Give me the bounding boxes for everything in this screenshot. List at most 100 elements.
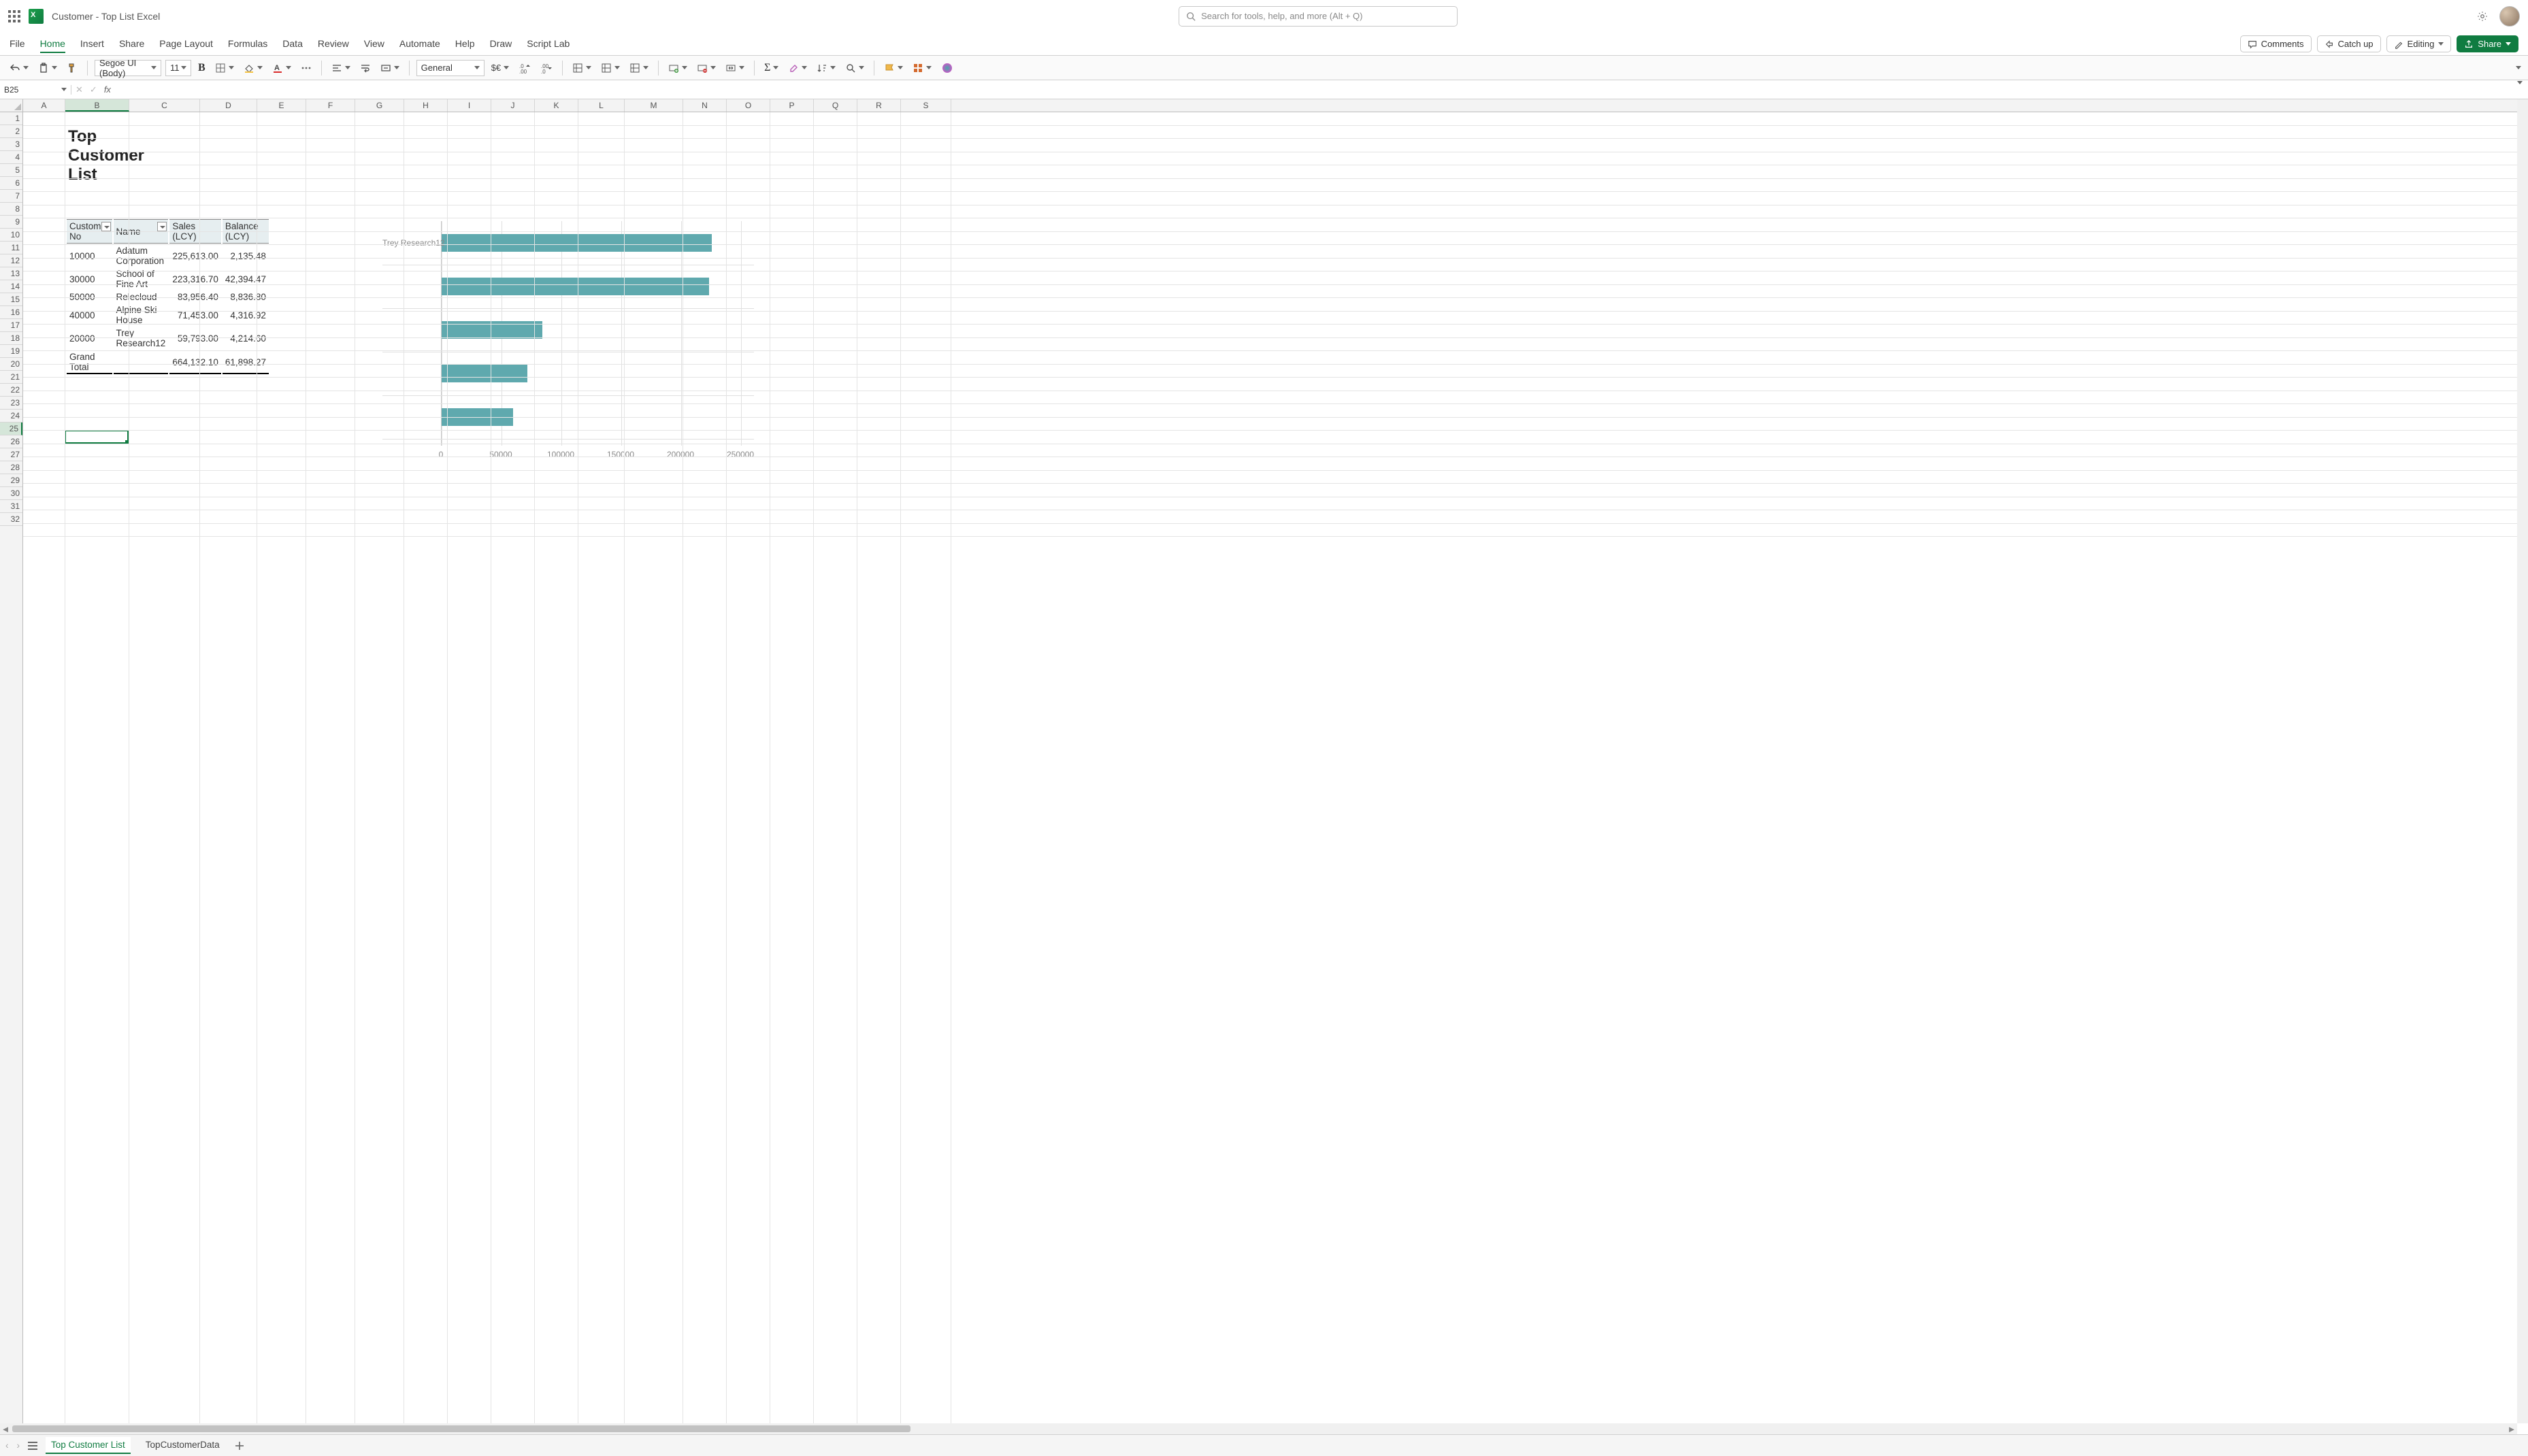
col-header[interactable]: G: [355, 99, 404, 112]
sheet-next-icon[interactable]: ›: [17, 1440, 20, 1451]
scroll-right-icon[interactable]: ►: [2506, 1423, 2517, 1434]
comments-button[interactable]: Comments: [2240, 35, 2312, 52]
row-header[interactable]: 31: [0, 500, 22, 513]
row-header[interactable]: 1: [0, 112, 22, 125]
row-header[interactable]: 27: [0, 448, 22, 461]
row-header[interactable]: 16: [0, 306, 22, 319]
row-header[interactable]: 9: [0, 216, 22, 229]
borders-button[interactable]: [212, 61, 237, 75]
row-header[interactable]: 26: [0, 435, 22, 448]
ribbon-tab-help[interactable]: Help: [455, 35, 475, 53]
row-header[interactable]: 12: [0, 254, 22, 267]
table-row[interactable]: 40000Alpine Ski House71,453.004,316.92: [67, 304, 269, 326]
font-name-select[interactable]: Segoe UI (Body): [95, 60, 161, 76]
copilot-button[interactable]: [938, 61, 956, 76]
user-avatar[interactable]: [2499, 6, 2520, 27]
ribbon-tab-home[interactable]: Home: [40, 35, 65, 53]
row-headers[interactable]: 1234567891011121314151617181920212223242…: [0, 112, 23, 1423]
ribbon-tab-script-lab[interactable]: Script Lab: [527, 35, 570, 53]
cancel-formula-icon[interactable]: ✕: [76, 84, 83, 95]
ribbon-tab-formulas[interactable]: Formulas: [228, 35, 267, 53]
catch-up-button[interactable]: Catch up: [2317, 35, 2381, 52]
accounting-format-button[interactable]: $€: [489, 61, 512, 74]
app-launcher-icon[interactable]: [8, 10, 20, 22]
scroll-left-icon[interactable]: ◄: [0, 1423, 11, 1434]
decrease-decimal-button[interactable]: .00.0: [538, 61, 555, 76]
ribbon-tab-automate[interactable]: Automate: [399, 35, 440, 53]
paste-button[interactable]: [35, 61, 60, 75]
vertical-scrollbar[interactable]: [2517, 99, 2528, 1423]
col-header[interactable]: J: [491, 99, 535, 112]
bold-button[interactable]: B: [195, 61, 208, 76]
formula-bar-expand-icon[interactable]: [2512, 84, 2528, 95]
col-header[interactable]: P: [770, 99, 814, 112]
row-header[interactable]: 6: [0, 177, 22, 190]
table-row[interactable]: 20000Trey Research1259,793.004,214.60: [67, 327, 269, 349]
row-header[interactable]: 17: [0, 319, 22, 332]
sort-filter-button[interactable]: [814, 61, 838, 75]
col-header[interactable]: A: [23, 99, 65, 112]
col-header[interactable]: L: [578, 99, 625, 112]
format-painter-button[interactable]: [64, 61, 80, 75]
autosum-button[interactable]: Σ: [761, 61, 781, 76]
row-header[interactable]: 22: [0, 384, 22, 397]
chart-bar[interactable]: [442, 234, 712, 252]
col-header[interactable]: S: [901, 99, 951, 112]
find-select-button[interactable]: [842, 61, 867, 75]
cells-area[interactable]: Top Customer List CRONUS USA, Inc. Data …: [23, 112, 2517, 1423]
row-header[interactable]: 20: [0, 358, 22, 371]
col-header[interactable]: E: [257, 99, 306, 112]
undo-button[interactable]: [7, 61, 31, 75]
col-header[interactable]: D: [200, 99, 257, 112]
share-button[interactable]: Share: [2457, 35, 2518, 52]
row-header[interactable]: 28: [0, 461, 22, 474]
insert-rows-button[interactable]: [666, 61, 690, 75]
font-color-button[interactable]: A: [269, 61, 294, 75]
filter-dropdown-icon[interactable]: [157, 222, 167, 231]
editing-mode-button[interactable]: Editing: [2386, 35, 2452, 52]
spreadsheet-grid[interactable]: ABCDEFGHIJKLMNOPQRS 12345678910111213141…: [0, 99, 2528, 1434]
ribbon-tab-insert[interactable]: Insert: [80, 35, 104, 53]
ribbon-tab-draw[interactable]: Draw: [490, 35, 512, 53]
row-header[interactable]: 30: [0, 487, 22, 500]
row-header[interactable]: 14: [0, 280, 22, 293]
sheet-tab[interactable]: TopCustomerData: [140, 1437, 225, 1454]
number-format-select[interactable]: General: [416, 60, 485, 76]
col-header[interactable]: O: [727, 99, 770, 112]
horizontal-align-button[interactable]: [329, 61, 353, 75]
row-header[interactable]: 25: [0, 423, 22, 435]
col-header[interactable]: F: [306, 99, 355, 112]
row-header[interactable]: 7: [0, 190, 22, 203]
add-sheet-button[interactable]: [233, 1440, 246, 1452]
row-header[interactable]: 3: [0, 138, 22, 151]
col-header[interactable]: M: [625, 99, 683, 112]
fx-icon[interactable]: fx: [104, 84, 111, 95]
row-header[interactable]: 32: [0, 513, 22, 526]
add-ins-button[interactable]: [910, 61, 934, 75]
search-input[interactable]: Search for tools, help, and more (Alt + …: [1179, 6, 1458, 27]
row-header[interactable]: 19: [0, 345, 22, 358]
row-header[interactable]: 18: [0, 332, 22, 345]
clear-button[interactable]: [785, 61, 810, 75]
delete-cells-button[interactable]: [598, 61, 623, 75]
all-sheets-icon[interactable]: [28, 1442, 37, 1450]
col-header[interactable]: H: [404, 99, 448, 112]
merge-button[interactable]: [378, 61, 402, 75]
ribbon-expand-button[interactable]: [2512, 65, 2524, 71]
font-size-select[interactable]: 11: [165, 60, 191, 76]
filter-dropdown-icon[interactable]: [101, 222, 111, 231]
select-all-corner[interactable]: [0, 99, 23, 112]
ribbon-tab-file[interactable]: File: [10, 35, 25, 53]
fill-color-button[interactable]: [241, 61, 265, 75]
row-header[interactable]: 21: [0, 371, 22, 384]
row-header[interactable]: 24: [0, 410, 22, 423]
row-header[interactable]: 11: [0, 242, 22, 254]
more-font-options-button[interactable]: [298, 61, 314, 75]
formula-input[interactable]: [115, 80, 2512, 99]
sensitivity-button[interactable]: [881, 61, 906, 75]
row-header[interactable]: 29: [0, 474, 22, 487]
ribbon-tab-review[interactable]: Review: [318, 35, 349, 53]
col-header[interactable]: N: [683, 99, 727, 112]
row-header[interactable]: 10: [0, 229, 22, 242]
enter-formula-icon[interactable]: ✓: [90, 84, 97, 95]
